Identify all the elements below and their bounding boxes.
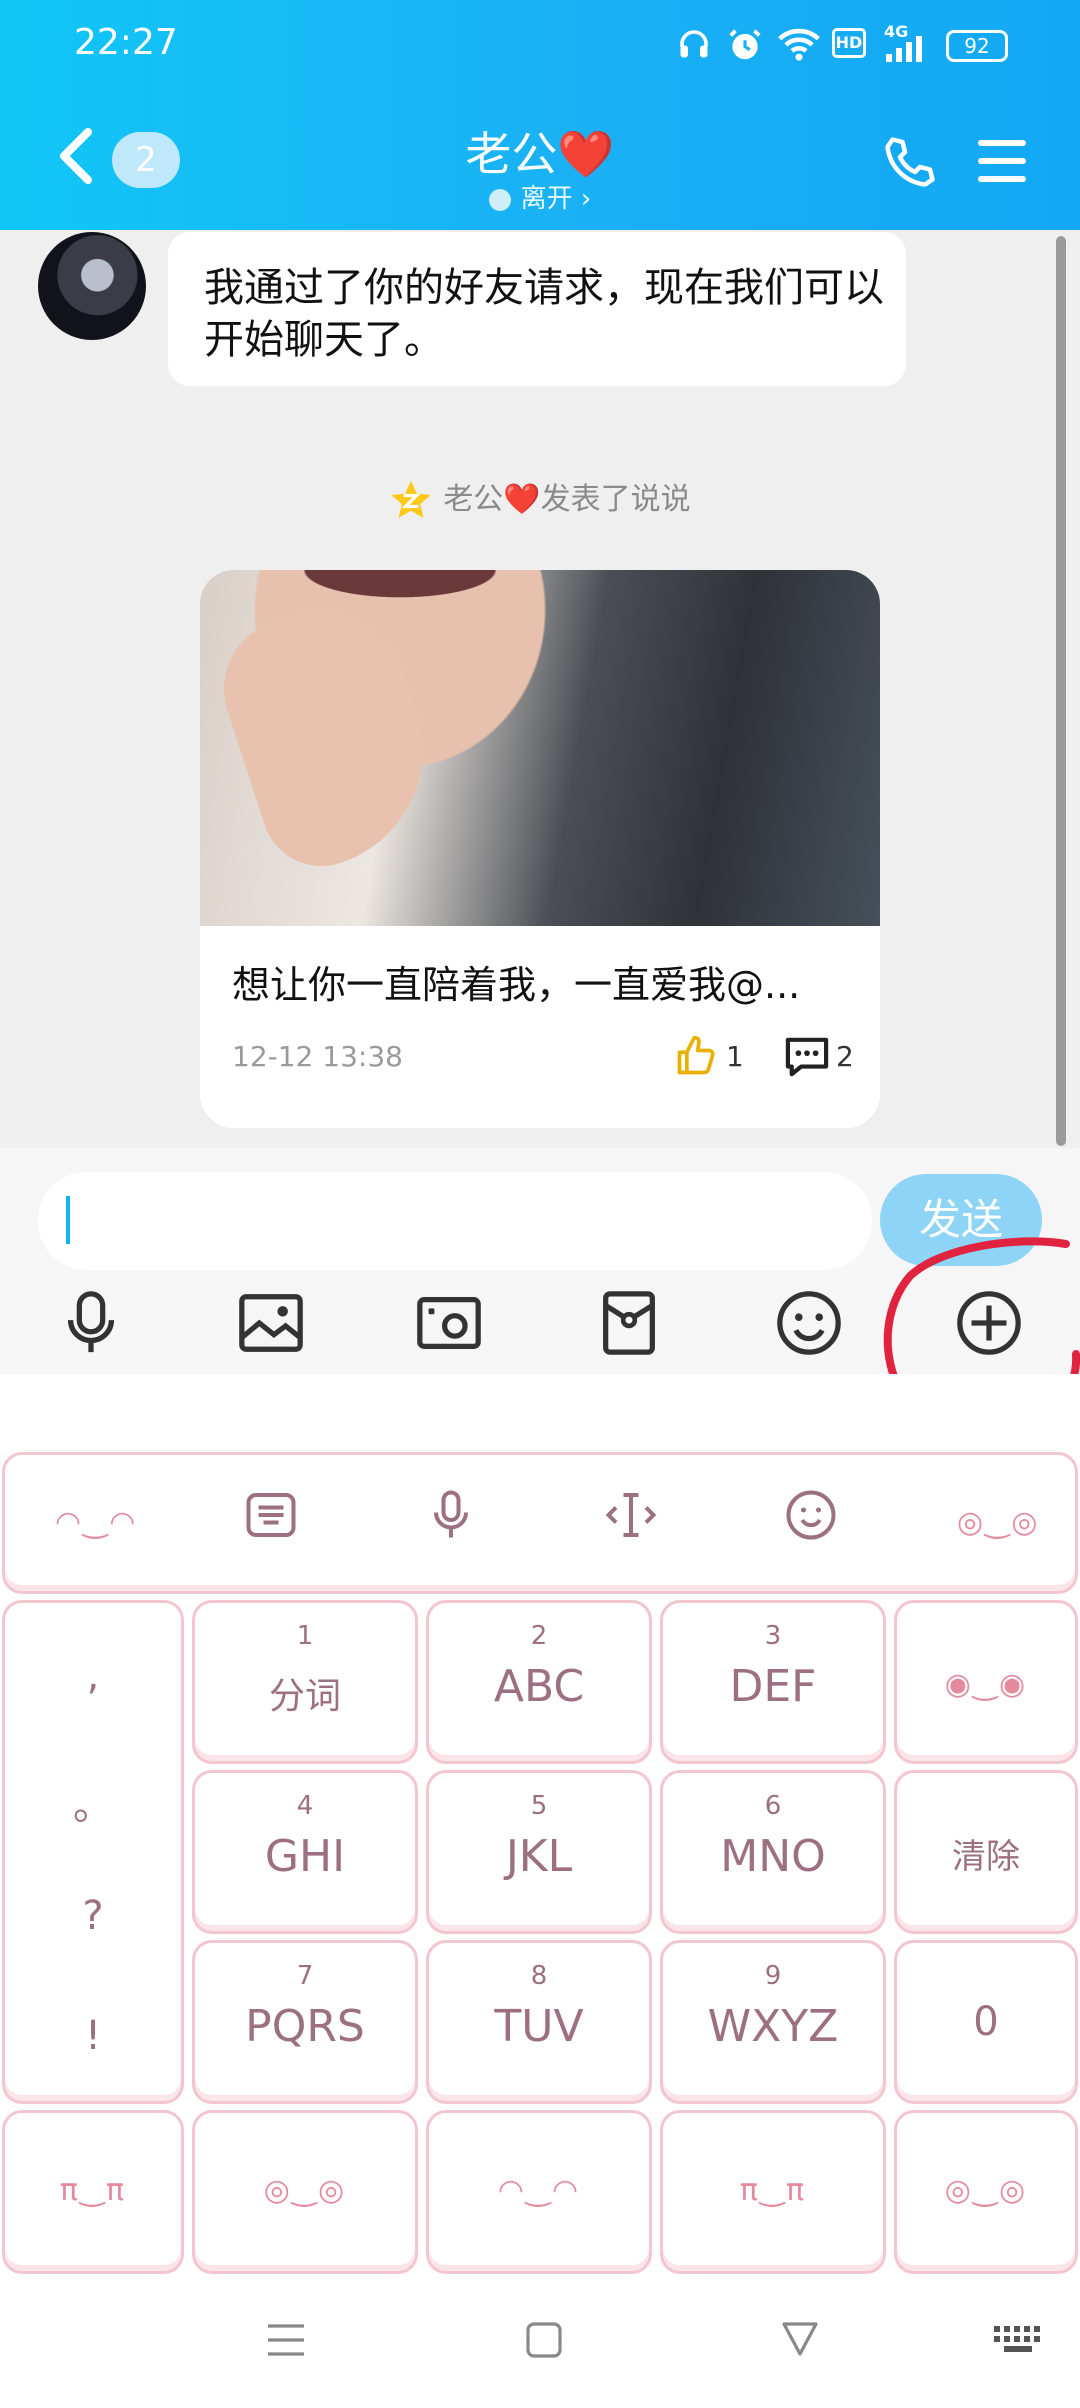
thumbs-up-icon[interactable]: [674, 1034, 718, 1078]
key-label: DEF: [729, 1661, 817, 1712]
comment-count: 2: [836, 1040, 854, 1073]
clear-key[interactable]: 清除: [894, 1770, 1078, 1934]
kaomoji-key[interactable]: π‿π: [660, 2110, 886, 2274]
kaomoji-key[interactable]: ◎‿◎: [192, 2110, 418, 2274]
headphones-icon: [680, 30, 708, 58]
key-number: 7: [296, 1961, 314, 1991]
key-0[interactable]: 0: [894, 1940, 1078, 2104]
key-5[interactable]: 5 JKL: [426, 1770, 652, 1934]
kaomoji-label: π‿π: [739, 2173, 807, 2208]
key-7[interactable]: 7 PQRS: [192, 1940, 418, 2104]
post-time: 12-12 13:38: [232, 1040, 403, 1073]
message-bubble[interactable]: 我通过了你的好友请求，现在我们可以开始聊天了。: [168, 232, 906, 386]
like-count: 1: [726, 1040, 744, 1073]
key-label: WXYZ: [707, 2001, 839, 2052]
post-card[interactable]: 想让你一直陪着我，一直爱我@... 12-12 13:38 1 2: [200, 570, 880, 1128]
text-caret: [66, 1196, 70, 1244]
key-number: 3: [764, 1621, 782, 1651]
emoji-icon[interactable]: [774, 1288, 844, 1358]
key-8[interactable]: 8 TUV: [426, 1940, 652, 2104]
key-label: TUV: [494, 2001, 584, 2052]
key-number: 2: [530, 1621, 548, 1651]
signal-icon: [886, 36, 922, 62]
key-number: 5: [530, 1791, 548, 1821]
kaomoji-key[interactable]: ◎‿◎: [894, 2110, 1078, 2274]
home-icon[interactable]: [524, 2320, 564, 2360]
kaomoji-label: ◉‿◉: [944, 1667, 1028, 1702]
punct-key[interactable]: ?: [5, 1893, 181, 1939]
recent-apps-icon[interactable]: [266, 2320, 306, 2360]
kaomoji-label: ◎‿◎: [944, 2173, 1028, 2208]
status-text: 离开 ›: [520, 184, 592, 214]
scrollbar[interactable]: [1056, 236, 1066, 1146]
key-number: 8: [530, 1961, 548, 1991]
punct-key[interactable]: !: [5, 2013, 181, 2059]
kaomoji-label: ◠‿◠: [497, 2173, 581, 2208]
key-label: PQRS: [245, 2001, 365, 2052]
message-input[interactable]: [38, 1172, 872, 1270]
voice-input-icon[interactable]: [421, 1485, 481, 1545]
key-9[interactable]: 9 WXYZ: [660, 1940, 886, 2104]
avatar[interactable]: [38, 232, 146, 340]
kaomoji-key[interactable]: ◠‿◠: [55, 1505, 137, 1540]
keyboard-layout-icon[interactable]: [241, 1485, 301, 1545]
key-1[interactable]: 1 分词: [192, 1600, 418, 1764]
punct-key[interactable]: ,: [5, 1653, 181, 1699]
cursor-move-icon[interactable]: [601, 1485, 661, 1545]
key-number: 6: [764, 1791, 782, 1821]
key-number: 4: [296, 1791, 314, 1821]
emoji-keyboard-icon[interactable]: [781, 1485, 841, 1545]
key-label: GHI: [264, 1831, 346, 1882]
key-label: ABC: [493, 1661, 585, 1712]
kaomoji-key[interactable]: ◎‿◎: [957, 1505, 1039, 1540]
kaomoji-label: π‿π: [59, 2173, 127, 2208]
key-4[interactable]: 4 GHI: [192, 1770, 418, 1934]
menu-icon[interactable]: [978, 140, 1026, 182]
kaomoji-key[interactable]: ◉‿◉: [894, 1600, 1078, 1764]
clear-label: 清除: [952, 1837, 1020, 1877]
key-label: 0: [973, 1999, 999, 2045]
microphone-icon[interactable]: [56, 1288, 126, 1358]
back-nav-icon[interactable]: [780, 2318, 820, 2358]
clock-icon: [488, 188, 511, 211]
battery-indicator: 92: [946, 30, 1008, 62]
key-number: 1: [296, 1621, 314, 1651]
system-notice: 老公❤️发表了说说: [0, 474, 1080, 523]
red-packet-icon[interactable]: [594, 1288, 664, 1358]
post-caption: 想让你一直陪着我，一直爱我@...: [232, 963, 801, 1007]
kaomoji-label: ◎‿◎: [263, 2173, 347, 2208]
alarm-icon: [729, 29, 761, 60]
punctuation-column[interactable]: , 。 ? !: [2, 1600, 184, 2104]
punct-key[interactable]: 。: [5, 1773, 181, 1831]
status-time: 22:27: [74, 22, 178, 63]
system-notice-text: 老公❤️发表了说说: [443, 482, 691, 517]
comment-icon[interactable]: [784, 1036, 830, 1078]
key-number: 9: [764, 1961, 782, 1991]
image-icon[interactable]: [236, 1288, 306, 1358]
wifi-icon: [778, 28, 820, 61]
phone-icon[interactable]: [880, 132, 940, 192]
hd-badge: HD: [832, 28, 866, 58]
kaomoji-key[interactable]: π‿π: [2, 2110, 184, 2274]
camera-icon[interactable]: [414, 1288, 484, 1358]
kaomoji-key[interactable]: ◠‿◠: [426, 2110, 652, 2274]
message-text: 我通过了你的好友请求，现在我们可以开始聊天了。: [204, 265, 884, 363]
key-label: JKL: [505, 1831, 573, 1882]
qzone-star-icon: [391, 480, 432, 518]
keyboard-toolbar: ◠‿◠ ◎‿◎: [2, 1452, 1078, 1594]
keyboard-hide-icon[interactable]: [992, 2324, 1044, 2356]
key-label: MNO: [720, 1831, 826, 1882]
key-6[interactable]: 6 MNO: [660, 1770, 886, 1934]
key-label: 分词: [268, 1676, 341, 1717]
key-3[interactable]: 3 DEF: [660, 1600, 886, 1764]
key-2[interactable]: 2 ABC: [426, 1600, 652, 1764]
